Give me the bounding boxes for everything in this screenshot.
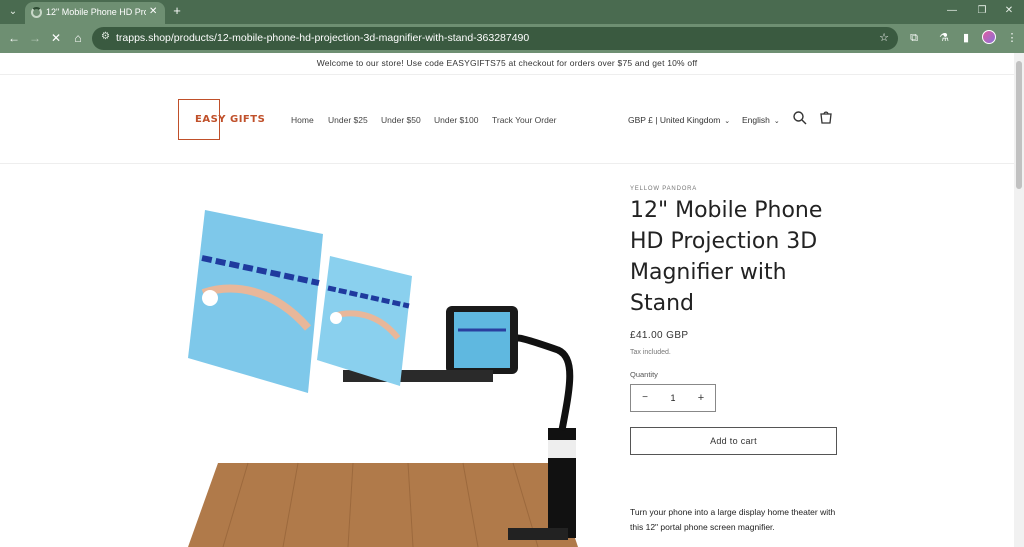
new-tab-plus-icon[interactable]: + bbox=[170, 3, 184, 19]
nav-track-order[interactable]: Track Your Order bbox=[492, 115, 556, 125]
increase-quantity-button[interactable]: + bbox=[687, 385, 715, 411]
extensions-icon[interactable]: ⧉ bbox=[906, 30, 922, 46]
home-icon[interactable]: ⌂ bbox=[70, 30, 86, 46]
nav-under-50[interactable]: Under $50 bbox=[381, 115, 421, 125]
minimize-icon[interactable]: — bbox=[942, 3, 962, 19]
lab-flask-icon[interactable]: ⚗ bbox=[936, 30, 952, 46]
browser-tab-active[interactable]: 12" Mobile Phone HD Projectio ✕ bbox=[25, 2, 165, 24]
back-arrow-icon[interactable]: ← bbox=[6, 30, 22, 46]
product-title-line: Stand bbox=[630, 291, 694, 316]
bookmark-star-icon[interactable]: ☆ bbox=[879, 31, 889, 44]
announcement-bar: Welcome to our store! Use code EASYGIFTS… bbox=[0, 53, 1014, 75]
language-selector[interactable]: English ⌄ bbox=[742, 115, 780, 125]
description-line: this 12" portal phone screen magnifier. bbox=[630, 522, 775, 532]
forward-arrow-icon[interactable]: → bbox=[27, 30, 43, 46]
browser-toolbar: ← → ✕ ⌂ ⚙ trapps.shop/products/12-mobile… bbox=[0, 24, 1024, 53]
web-page: Welcome to our store! Use code EASYGIFTS… bbox=[0, 53, 1014, 547]
quantity-label: Quantity bbox=[630, 370, 658, 379]
product-description: Turn your phone into a large display hom… bbox=[630, 505, 850, 535]
window-close-icon[interactable]: ✕ bbox=[999, 3, 1019, 19]
restore-icon[interactable]: ❐ bbox=[972, 3, 992, 19]
description-line: Turn your phone into a large display hom… bbox=[630, 507, 836, 517]
product-photo-illustration bbox=[188, 210, 578, 547]
search-icon[interactable] bbox=[792, 110, 808, 126]
quantity-stepper: − 1 + bbox=[630, 384, 716, 412]
store-logo[interactable]: EASY GIFTS bbox=[178, 99, 265, 140]
nav-under-25[interactable]: Under $25 bbox=[328, 115, 368, 125]
profile-avatar[interactable] bbox=[982, 30, 996, 44]
site-header: EASY GIFTS Home Under $25 Under $50 Unde… bbox=[0, 76, 1014, 164]
language-label: English bbox=[742, 115, 770, 125]
quantity-input[interactable]: 1 bbox=[659, 385, 687, 411]
nav-home[interactable]: Home bbox=[291, 115, 314, 125]
product-title-line: 12" Mobile Phone bbox=[630, 198, 823, 223]
side-panel-icon[interactable]: ▮ bbox=[958, 30, 974, 46]
chevron-down-icon: ⌄ bbox=[724, 118, 731, 125]
stop-loading-icon[interactable]: ✕ bbox=[48, 30, 64, 46]
tax-note: Tax included. bbox=[630, 349, 671, 356]
tab-title: 12" Mobile Phone HD Projectio bbox=[46, 7, 146, 17]
browser-tab-bar: ⌄ 12" Mobile Phone HD Projectio ✕ + — ❐ … bbox=[0, 0, 1024, 24]
currency-selector[interactable]: GBP £ | United Kingdom ⌄ bbox=[628, 115, 730, 125]
scrollbar-thumb[interactable] bbox=[1016, 61, 1022, 189]
loading-spinner-icon bbox=[31, 7, 42, 18]
url-text[interactable]: trapps.shop/products/12-mobile-phone-hd-… bbox=[116, 32, 529, 44]
nav-under-100[interactable]: Under $100 bbox=[434, 115, 478, 125]
product-image[interactable] bbox=[178, 188, 605, 547]
currency-label: GBP £ | United Kingdom bbox=[628, 115, 721, 125]
page-scrollbar[interactable] bbox=[1014, 53, 1024, 547]
chevron-down-icon: ⌄ bbox=[773, 118, 780, 125]
tab-search-chevron-icon[interactable]: ⌄ bbox=[5, 4, 21, 20]
site-info-icon[interactable]: ⚙ bbox=[101, 31, 110, 42]
logo-text: EASY GIFTS bbox=[195, 114, 266, 125]
product-title-line: HD Projection 3D bbox=[630, 229, 818, 254]
menu-dots-icon[interactable]: ⋮ bbox=[1004, 30, 1020, 46]
product-title-line: Magnifier with bbox=[630, 260, 787, 285]
product-price: £41.00 GBP bbox=[630, 330, 689, 341]
cart-icon[interactable] bbox=[818, 110, 834, 126]
product-vendor: YELLOW PANDORA bbox=[630, 186, 698, 192]
add-to-cart-button[interactable]: Add to cart bbox=[630, 427, 837, 455]
address-bar[interactable]: ⚙ trapps.shop/products/12-mobile-phone-h… bbox=[92, 27, 898, 50]
decrease-quantity-button[interactable]: − bbox=[631, 385, 659, 411]
tab-close-icon[interactable]: ✕ bbox=[149, 6, 157, 17]
